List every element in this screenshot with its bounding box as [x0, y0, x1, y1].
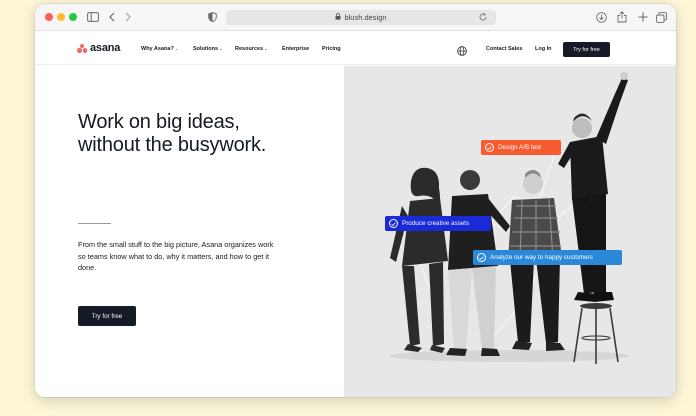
close-window-button[interactable]: [45, 13, 53, 21]
task-tag-label: Analyze our way to happy customers: [490, 254, 593, 261]
hero-image-panel: Design A/B test Produce creative assets …: [344, 66, 676, 397]
task-tag-label: Design A/B test: [498, 144, 542, 151]
nav-item-label: Pricing: [322, 46, 341, 52]
headline-line-2: without the busywork.: [78, 134, 267, 156]
plus-icon[interactable]: [637, 10, 648, 24]
reload-icon[interactable]: [478, 12, 488, 22]
check-circle-icon: [485, 143, 494, 152]
task-tag-design-ab-test: Design A/B test: [481, 140, 561, 155]
lock-icon: [335, 13, 341, 22]
hero-description: From the small stuff to the big picture,…: [78, 240, 274, 272]
asana-logo-icon: [77, 43, 87, 53]
contact-sales-link[interactable]: Contact Sales: [486, 46, 522, 52]
nav-item-enterprise[interactable]: Enterprise: [282, 46, 309, 52]
hero-headline: Work on big ideas, without the busywork.: [78, 111, 328, 157]
nav-item-resources[interactable]: Resources⌄: [235, 46, 268, 52]
hero-text-panel: Work on big ideas, without the busywork.…: [35, 66, 344, 397]
chevron-down-icon: ⌄: [264, 46, 268, 51]
nav-item-label: Resources: [235, 46, 264, 52]
check-circle-icon: [389, 219, 398, 228]
nav-item-pricing[interactable]: Pricing: [322, 46, 341, 52]
site-nav: asana Why Asana?⌄ Solutions⌄ Resources⌄ …: [35, 31, 676, 65]
chevron-right-icon[interactable]: [123, 10, 133, 24]
browser-toolbar: blush.design: [35, 4, 676, 31]
headline-line-1: Work on big ideas,: [78, 111, 240, 133]
check-circle-icon: [477, 253, 486, 262]
hero-try-free-button[interactable]: Try for free: [78, 306, 136, 326]
sidebar-icon[interactable]: [87, 10, 99, 24]
nav-item-why-asana[interactable]: Why Asana?⌄: [141, 46, 178, 52]
address-url: blush.design: [344, 13, 387, 22]
chevron-left-icon[interactable]: [107, 10, 117, 24]
nav-item-label: Enterprise: [282, 46, 310, 52]
minimize-window-button[interactable]: [57, 13, 65, 21]
task-tag-analyze: Analyze our way to happy customers: [473, 250, 622, 265]
nav-try-free-button[interactable]: Try for free: [563, 42, 610, 57]
nav-item-solutions[interactable]: Solutions⌄: [193, 46, 222, 52]
chevron-down-icon: ⌄: [174, 46, 179, 51]
globe-icon[interactable]: [457, 43, 467, 56]
task-tag-produce-creative: Produce creative assets: [385, 216, 491, 231]
browser-window: blush.design asana Why Asana?⌄ Solutions…: [35, 4, 676, 397]
nav-item-label: Why Asana?: [141, 46, 174, 52]
logo-wordmark: asana: [90, 42, 121, 54]
shield-icon[interactable]: [207, 10, 217, 24]
share-icon[interactable]: [616, 10, 627, 24]
log-in-link[interactable]: Log In: [535, 46, 552, 52]
task-tag-label: Produce creative assets: [402, 220, 470, 227]
nav-item-label: Solutions: [193, 46, 219, 52]
zoom-window-button[interactable]: [69, 13, 77, 21]
download-icon[interactable]: [596, 10, 607, 24]
team-photo: [389, 72, 629, 364]
address-bar[interactable]: blush.design: [226, 10, 496, 25]
tabs-icon[interactable]: [656, 10, 667, 24]
asana-logo[interactable]: asana: [77, 42, 120, 54]
chevron-down-icon: ⌄: [219, 46, 223, 51]
divider: [78, 223, 111, 224]
